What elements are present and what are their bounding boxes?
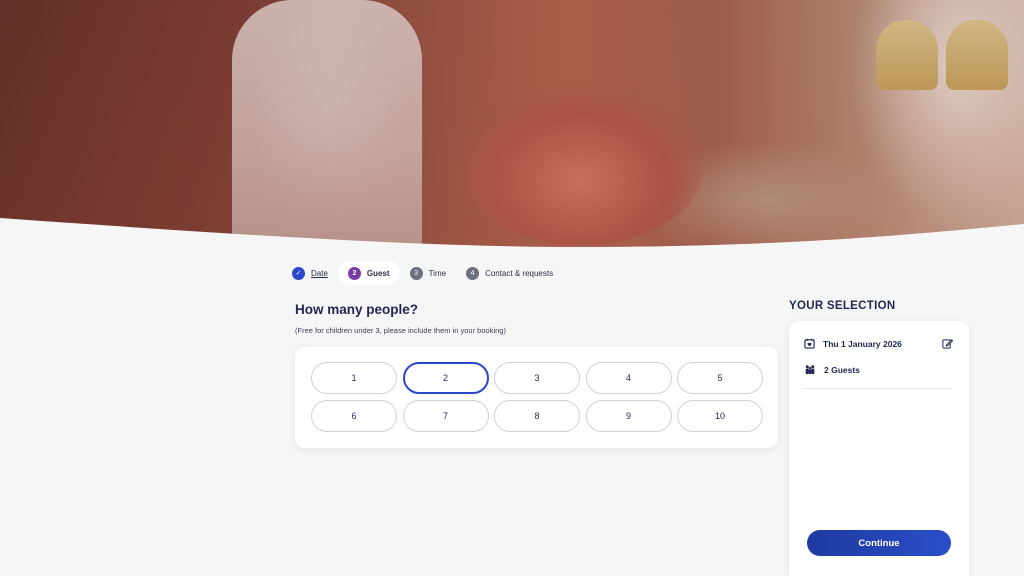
edit-icon[interactable]	[942, 338, 953, 349]
step-number: 4	[466, 266, 480, 280]
guest-option-7[interactable]: 7	[402, 400, 489, 432]
step-guest[interactable]: 2 Guest	[337, 261, 400, 285]
divider	[804, 388, 953, 389]
guest-option-10[interactable]: 10	[677, 400, 763, 432]
check-icon: ✓	[292, 266, 305, 280]
selection-title: YOUR SELECTION	[789, 300, 896, 312]
group-icon	[805, 365, 815, 375]
step-contact: 4 Contact & requests	[456, 261, 563, 285]
guest-option-6[interactable]: 6	[311, 400, 397, 432]
page-title: How many people?	[295, 302, 419, 317]
step-label: Time	[428, 268, 447, 278]
hero-image	[0, 0, 1024, 250]
step-number: 2	[347, 266, 361, 280]
selection-date: Thu 1 January 2026	[823, 338, 902, 349]
step-label: Guest	[366, 268, 390, 278]
guest-option-2[interactable]: 2	[402, 362, 489, 394]
selection-date-row: Thu 1 January 2026	[804, 338, 902, 349]
booking-stepper: ✓ Date 2 Guest 3 Time 4 Contact & reques…	[282, 261, 563, 285]
guest-option-1[interactable]: 1	[311, 362, 397, 394]
selection-guests: 2 Guests	[824, 364, 860, 375]
step-date[interactable]: ✓ Date	[282, 261, 338, 285]
guest-option-8[interactable]: 8	[494, 400, 580, 432]
guest-option-4[interactable]: 4	[585, 362, 672, 394]
selection-panel: Thu 1 January 2026 2 Guests Continue	[789, 321, 969, 576]
step-number: 3	[409, 266, 423, 280]
guest-option-9[interactable]: 9	[585, 400, 672, 432]
continue-button[interactable]: Continue	[807, 530, 951, 556]
selection-guests-row: 2 Guests	[804, 364, 860, 375]
guest-option-3[interactable]: 3	[494, 362, 580, 394]
guest-note: (Free for children under 3, please inclu…	[295, 326, 506, 335]
guest-count-picker: 1 2 3 4 5 6 7 8 9 10	[295, 347, 778, 448]
hero-curve-mask	[0, 218, 1024, 250]
guest-option-5[interactable]: 5	[677, 362, 763, 394]
step-label: Date	[311, 268, 328, 278]
step-label: Contact & requests	[485, 268, 554, 278]
step-time: 3 Time	[400, 261, 456, 285]
calendar-icon	[804, 338, 815, 349]
